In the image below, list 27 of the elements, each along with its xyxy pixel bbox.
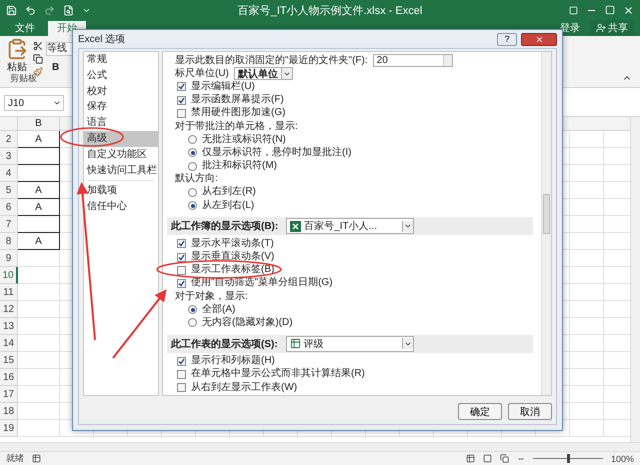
checkbox-label: 显示编辑栏(U)	[191, 82, 255, 92]
checkbox-label: 显示行和列标题(H)	[191, 356, 275, 366]
checkbox-label: 显示水平滚动条(T)	[191, 238, 274, 249]
group-label: 对于带批注的单元格，显示:	[175, 122, 298, 132]
section-title: 此工作表的显示选项(S):	[171, 338, 278, 351]
radio-label: 批注和标识符(M)	[202, 161, 277, 172]
group-label: 对于对象，显示:	[175, 292, 248, 302]
radio-label: 仅显示标识符，悬停时加显批注(I)	[202, 148, 352, 158]
checkbox-label: 显示垂直滚动条(V)	[191, 252, 274, 262]
group-label: 默认方向:	[175, 174, 218, 184]
radio-label: 全部(A)	[202, 304, 236, 315]
group-label: 剪贴板	[10, 72, 37, 85]
checkbox-label: 显示工作表标签(B)	[191, 265, 274, 276]
zoom-level: 100%	[610, 454, 634, 464]
radio-label: 从右到左(R)	[202, 187, 256, 198]
section-title: 此工作簿的显示选项(B):	[171, 220, 278, 234]
window-title: 百家号_IT小人物示例文件.xlsx - Excel	[236, 4, 424, 18]
status-text: 就绪	[6, 452, 24, 465]
option-label: 标尺单位(U)	[175, 68, 229, 79]
radio-label: 从左到右(L)	[202, 200, 254, 211]
checkbox-label: 禁用硬件图形加速(G)	[191, 108, 286, 118]
checkbox-label: 在单元格中显示公式而非其计算结果(R)	[191, 369, 365, 380]
radio-label: 无内容(隐藏对象)(D)	[202, 318, 293, 328]
checkbox-label: 从右到左显示工作表(W)	[191, 382, 298, 393]
option-label: 显示此数目的取消固定的"最近的文件夹"(F):	[175, 56, 368, 66]
checkbox-label: 显示函数屏幕提示(F)	[191, 95, 284, 106]
radio-label: 无批注或标识符(N)	[202, 134, 286, 145]
